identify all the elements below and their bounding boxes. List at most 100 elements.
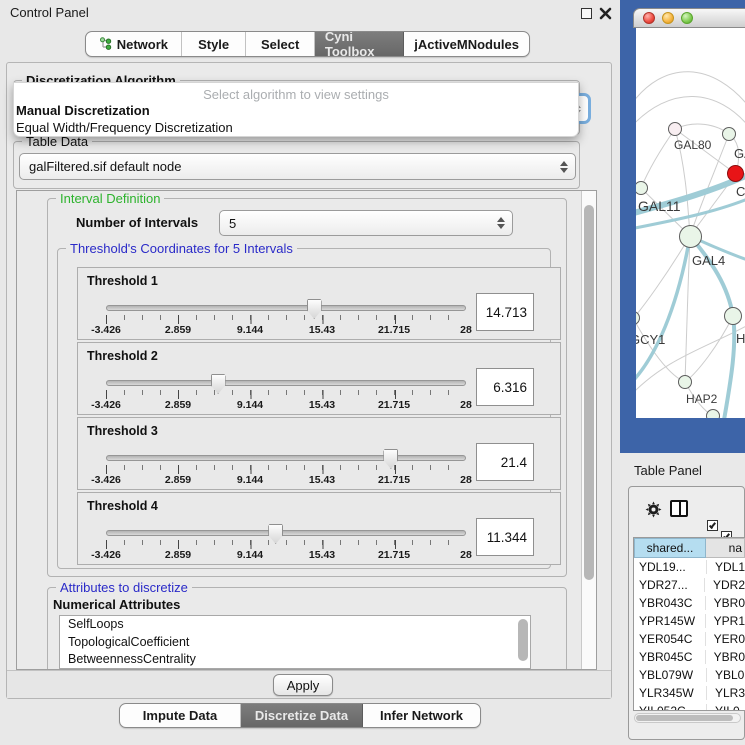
network-node-selected-red[interactable] <box>727 165 744 182</box>
cell[interactable]: YBL0 <box>706 668 745 682</box>
network-node-gal4[interactable] <box>679 225 702 248</box>
list-item[interactable]: SelfLoops <box>60 616 530 634</box>
column-layout-icon[interactable] <box>670 500 688 517</box>
cell[interactable]: YBR0 <box>705 596 745 610</box>
column-header-name[interactable]: na <box>706 538 745 558</box>
cell[interactable]: YDL1 <box>706 560 745 574</box>
cell[interactable]: YER0 <box>705 632 745 646</box>
threshold-4-value-field[interactable]: 11.344 <box>476 518 534 556</box>
slider-track <box>106 455 466 461</box>
cell[interactable]: YPR1 <box>705 614 745 628</box>
threshold-1-value-field[interactable]: 14.713 <box>476 293 534 331</box>
attributes-group-title: Attributes to discretize <box>56 580 192 595</box>
gear-icon[interactable] <box>645 501 662 518</box>
table-row[interactable]: YBL079WYBL0 <box>634 666 745 684</box>
control-panel-titlebar: Control Panel <box>0 0 620 26</box>
network-window-titlebar[interactable] <box>633 8 745 28</box>
network-node[interactable] <box>724 307 742 325</box>
cell[interactable]: YDL19... <box>634 560 706 574</box>
cell[interactable]: YLR345W <box>634 686 706 700</box>
tab-impute-data[interactable]: Impute Data <box>120 704 241 727</box>
tab-jactivemnodules[interactable]: jActiveMNodules <box>404 32 529 56</box>
threshold-2-slider[interactable] <box>106 378 466 388</box>
table-row[interactable]: YIL052CYIL0 <box>634 702 745 711</box>
table-row[interactable]: YBR045CYBR0 <box>634 648 745 666</box>
slider-track <box>106 305 466 311</box>
float-panel-icon[interactable] <box>581 8 592 19</box>
table-row[interactable]: YPR145WYPR1 <box>634 612 745 630</box>
node-label-gal4: GAL4 <box>692 253 725 268</box>
node-attribute-table[interactable]: shared... na YDL19...YDL1 YDR27...YDR2 Y… <box>633 537 745 711</box>
slider-track <box>106 380 466 386</box>
numerical-attributes-list[interactable]: SelfLoops TopologicalCoefficient Between… <box>59 615 531 669</box>
network-node[interactable] <box>722 127 736 141</box>
tab-network[interactable]: Network <box>86 32 182 56</box>
apply-button[interactable]: Apply <box>273 674 333 696</box>
table-data-group: Table Data galFiltered.sif default node <box>13 141 580 189</box>
threshold-4-label: Threshold 4 <box>87 499 158 513</box>
table-row[interactable]: YDL19...YDL1 <box>634 558 745 576</box>
network-canvas[interactable]: GAL80 GA C GAL11 GAL4 GCY1 H HAP2 <box>636 28 745 418</box>
tick-label: 2.859 <box>165 324 191 336</box>
threshold-4-slider[interactable] <box>106 528 466 538</box>
tab-infer-network[interactable]: Infer Network <box>363 704 480 727</box>
cell[interactable]: YIL0 <box>706 704 745 711</box>
popup-option-equal-width[interactable]: Equal Width/Frequency Discretization <box>14 119 578 136</box>
tick-label: -3.426 <box>91 399 121 411</box>
table-data-combobox-value: galFiltered.sif default node <box>29 159 181 174</box>
close-icon[interactable] <box>599 7 612 20</box>
node-label-gal11: GAL11 <box>638 198 681 214</box>
cell[interactable]: YDR27... <box>634 578 704 592</box>
tab-discretize-data[interactable]: Discretize Data <box>241 704 363 727</box>
vertical-scrollbar-thumb[interactable] <box>584 205 594 580</box>
mac-minimize-icon[interactable] <box>662 12 674 24</box>
popup-option-manual-discretization[interactable]: Manual Discretization <box>14 102 578 119</box>
list-scrollbar[interactable] <box>518 619 528 661</box>
cell[interactable]: YBR043C <box>634 596 705 610</box>
cell[interactable]: YBL079W <box>634 668 706 682</box>
list-item[interactable]: BetweennessCentrality <box>60 651 530 669</box>
vertical-scrollbar[interactable] <box>581 191 596 669</box>
tab-jactivemnodules-label: jActiveMNodules <box>414 37 519 52</box>
cell[interactable]: YER054C <box>634 632 705 646</box>
tick-label: -3.426 <box>91 324 121 336</box>
horizontal-scrollbar[interactable] <box>634 713 741 723</box>
checkbox-icon[interactable] <box>707 520 718 531</box>
list-item[interactable]: TopologicalCoefficient <box>60 634 530 652</box>
slider-tick-labels: -3.426 2.859 9.144 15.43 21.715 28 <box>106 549 466 561</box>
cell[interactable]: YBR045C <box>634 650 705 664</box>
tick-label: 9.144 <box>237 324 263 336</box>
mac-close-icon[interactable] <box>643 12 655 24</box>
horizontal-scrollbar-thumb[interactable] <box>636 715 733 721</box>
node-label-fragment: H <box>736 331 745 346</box>
table-row[interactable]: YDR27...YDR2 <box>634 576 745 594</box>
number-of-intervals-combobox[interactable]: 5 <box>219 210 513 236</box>
network-node[interactable] <box>706 409 720 418</box>
network-node-gal80[interactable] <box>668 122 682 136</box>
tab-select[interactable]: Select <box>246 32 314 56</box>
tab-cyni-toolbox[interactable]: Cyni Toolbox <box>315 32 404 56</box>
slider-major-ticks <box>106 540 467 549</box>
cell[interactable]: YIL052C <box>634 704 706 711</box>
table-data-combobox[interactable]: galFiltered.sif default node <box>19 153 576 180</box>
tick-label: 28 <box>460 474 472 486</box>
threshold-3-slider[interactable] <box>106 453 466 463</box>
column-header-shared-name[interactable]: shared... <box>634 538 706 558</box>
cell[interactable]: YLR3 <box>706 686 745 700</box>
algorithm-dropdown-popup: Select algorithm to view settings Manual… <box>13 82 579 137</box>
cell[interactable]: YPR145W <box>634 614 705 628</box>
threshold-2-value-field[interactable]: 6.316 <box>476 368 534 406</box>
network-node-hap2[interactable] <box>678 375 692 389</box>
table-row[interactable]: YLR345WYLR3 <box>634 684 745 702</box>
table-row[interactable]: YER054CYER0 <box>634 630 745 648</box>
mac-zoom-icon[interactable] <box>681 12 693 24</box>
numerical-attributes-heading: Numerical Attributes <box>53 597 180 612</box>
tab-style-label: Style <box>198 37 229 52</box>
tick-label: 15.43 <box>309 474 335 486</box>
table-row[interactable]: YBR043CYBR0 <box>634 594 745 612</box>
cell[interactable]: YDR2 <box>704 578 745 592</box>
threshold-3-value-field[interactable]: 21.4 <box>476 443 534 481</box>
cell[interactable]: YBR0 <box>705 650 745 664</box>
threshold-1-slider[interactable] <box>106 303 466 313</box>
tab-style[interactable]: Style <box>182 32 247 56</box>
